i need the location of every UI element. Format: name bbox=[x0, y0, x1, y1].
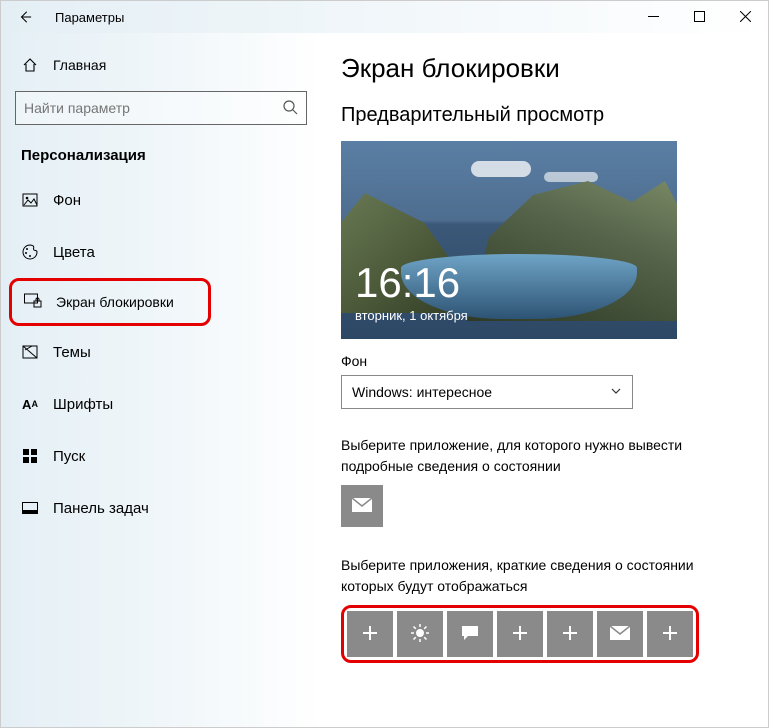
nav-label: Панель задач bbox=[53, 500, 149, 517]
chat-icon bbox=[461, 625, 479, 644]
fonts-icon: AA bbox=[21, 395, 39, 413]
home-icon bbox=[21, 56, 39, 74]
background-label: Фон bbox=[341, 353, 748, 369]
plus-icon bbox=[662, 625, 678, 644]
nav-label: Фон bbox=[53, 192, 81, 209]
quick-app-add-3[interactable] bbox=[547, 611, 593, 657]
nav-background[interactable]: Фон bbox=[1, 174, 321, 226]
picture-icon bbox=[21, 191, 39, 209]
palette-icon bbox=[21, 243, 39, 261]
preview-clock: 16:16 вторник, 1 октября bbox=[355, 262, 468, 323]
quick-apps-description: Выберите приложения, краткие сведения о … bbox=[341, 555, 748, 597]
window-controls bbox=[630, 1, 768, 31]
page-title: Экран блокировки bbox=[341, 53, 748, 84]
quick-app-weather[interactable] bbox=[397, 611, 443, 657]
back-button[interactable] bbox=[9, 1, 41, 33]
start-icon bbox=[21, 447, 39, 465]
plus-icon bbox=[562, 625, 578, 644]
plus-icon bbox=[362, 625, 378, 644]
minimize-button[interactable] bbox=[630, 1, 676, 31]
quick-app-add-4[interactable] bbox=[647, 611, 693, 657]
nav-label: Шрифты bbox=[53, 396, 113, 413]
close-button[interactable] bbox=[722, 1, 768, 31]
quick-app-add-2[interactable] bbox=[497, 611, 543, 657]
mail-icon bbox=[352, 498, 372, 515]
quick-apps-row-highlight bbox=[341, 605, 699, 663]
dropdown-value: Windows: интересное bbox=[352, 384, 492, 400]
titlebar: Параметры bbox=[1, 1, 768, 33]
chevron-down-icon bbox=[610, 384, 622, 400]
section-personalization: Персонализация bbox=[1, 139, 321, 174]
nav-themes[interactable]: Темы bbox=[1, 326, 321, 378]
mail-icon bbox=[610, 626, 630, 643]
lockscreen-icon bbox=[24, 293, 42, 312]
nav-label: Экран блокировки bbox=[56, 294, 174, 310]
sidebar: Главная Персонализация Фон Цвета Экран б… bbox=[1, 33, 321, 727]
preview-date: вторник, 1 октября bbox=[355, 308, 468, 323]
nav-taskbar[interactable]: Панель задач bbox=[1, 482, 321, 534]
quick-app-messages[interactable] bbox=[447, 611, 493, 657]
nav-label: Цвета bbox=[53, 244, 95, 261]
maximize-button[interactable] bbox=[676, 1, 722, 31]
nav-label: Темы bbox=[53, 344, 91, 361]
detail-app-description: Выберите приложение, для которого нужно … bbox=[341, 435, 748, 477]
quick-app-add-1[interactable] bbox=[347, 611, 393, 657]
preview-time: 16:16 bbox=[355, 262, 468, 304]
sun-icon bbox=[410, 623, 430, 646]
search-input[interactable] bbox=[24, 100, 282, 116]
search-box[interactable] bbox=[15, 91, 307, 125]
nav-lockscreen-highlight[interactable]: Экран блокировки bbox=[9, 278, 211, 326]
nav-start[interactable]: Пуск bbox=[1, 430, 321, 482]
taskbar-icon bbox=[21, 499, 39, 517]
nav-colors[interactable]: Цвета bbox=[1, 226, 321, 278]
window-title: Параметры bbox=[55, 10, 124, 25]
main-content: Экран блокировки Предварительный просмот… bbox=[321, 33, 768, 727]
search-icon bbox=[282, 99, 298, 118]
lockscreen-preview: 16:16 вторник, 1 октября bbox=[341, 141, 677, 339]
quick-app-mail[interactable] bbox=[597, 611, 643, 657]
nav-home[interactable]: Главная bbox=[1, 45, 321, 85]
nav-label: Пуск bbox=[53, 448, 85, 465]
plus-icon bbox=[512, 625, 528, 644]
themes-icon bbox=[21, 343, 39, 361]
preview-heading: Предварительный просмотр bbox=[341, 104, 748, 127]
nav-fonts[interactable]: AA Шрифты bbox=[1, 378, 321, 430]
background-dropdown[interactable]: Windows: интересное bbox=[341, 375, 633, 409]
detail-app-tile[interactable] bbox=[341, 485, 383, 527]
nav-home-label: Главная bbox=[53, 57, 106, 73]
